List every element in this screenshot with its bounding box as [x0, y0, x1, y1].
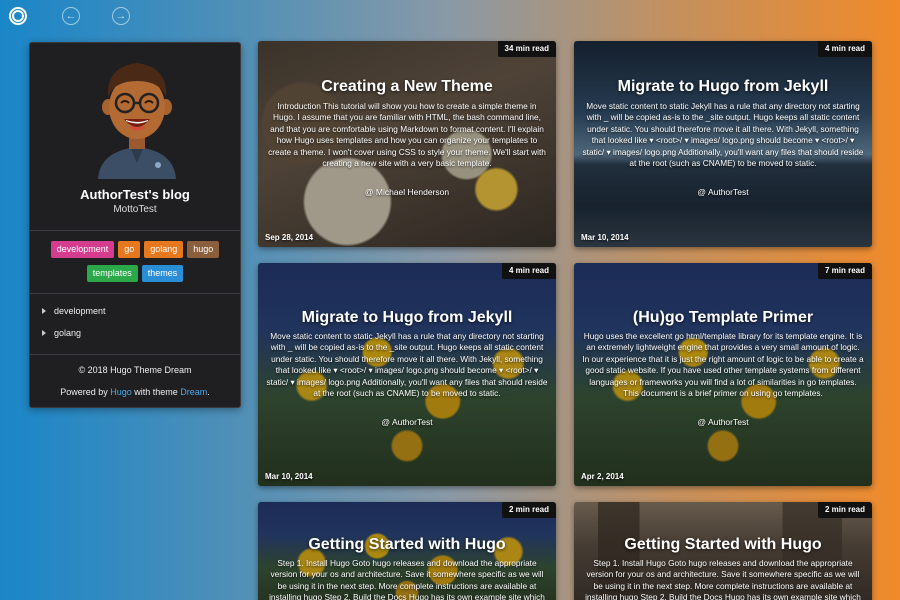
- post-summary: Step 1. Install Hugo Goto hugo releases …: [269, 558, 545, 600]
- post-author: @ AuthorTest: [697, 417, 749, 427]
- post-author: @ AuthorTest: [697, 187, 749, 197]
- post-author: @ Michael Henderson: [364, 187, 450, 197]
- read-time-badge: 4 min read: [501, 263, 556, 279]
- blog-motto: MottoTest: [113, 204, 157, 215]
- category-development[interactable]: development: [42, 305, 106, 317]
- category-list: development golang: [42, 305, 106, 349]
- post-date: Mar 10, 2014: [265, 472, 313, 481]
- powered-prefix: Powered by: [60, 387, 111, 397]
- post-card-creating-new-theme[interactable]: 34 min read Creating a New Theme Introdu…: [258, 41, 556, 247]
- tag-go[interactable]: go: [118, 241, 141, 258]
- post-title[interactable]: Getting Started with Hugo: [582, 536, 864, 554]
- post-summary: Introduction This tutorial will show you…: [268, 101, 546, 169]
- post-card-getting-started[interactable]: 2 min read Getting Started with Hugo Ste…: [258, 502, 556, 600]
- divider: [30, 354, 240, 355]
- copyright: © 2018 Hugo Theme Dream: [78, 365, 192, 375]
- category-label: development: [54, 306, 106, 316]
- hugo-link[interactable]: Hugo: [110, 387, 132, 397]
- caret-right-icon: [42, 330, 46, 336]
- post-summary: Step 1. Install Hugo Goto hugo releases …: [585, 558, 861, 600]
- post-date: Mar 10, 2014: [581, 233, 629, 242]
- post-date: Sep 28, 2014: [265, 233, 314, 242]
- powered-mid: with theme: [131, 387, 181, 397]
- tag-hugo[interactable]: hugo: [187, 241, 220, 258]
- tag-templates[interactable]: templates: [86, 265, 138, 282]
- post-date: Apr 2, 2014: [581, 472, 624, 481]
- avatar: [98, 63, 176, 179]
- powered-by: Powered by Hugo with theme Dream.: [30, 387, 240, 397]
- post-summary: Hugo uses the excellent go html/template…: [582, 331, 864, 399]
- post-card-migrate-jekyll-2[interactable]: 4 min read Migrate to Hugo from Jekyll M…: [258, 263, 556, 486]
- tag-themes[interactable]: themes: [141, 265, 184, 282]
- post-title[interactable]: Creating a New Theme: [266, 78, 548, 96]
- post-title[interactable]: Migrate to Hugo from Jekyll: [266, 309, 548, 327]
- powered-suffix: .: [207, 387, 210, 397]
- post-card-template-primer[interactable]: 7 min read (Hu)go Template Primer Hugo u…: [574, 263, 872, 486]
- read-time-badge: 2 min read: [501, 502, 556, 518]
- post-card-getting-started-2[interactable]: 2 min read Getting Started with Hugo Ste…: [574, 502, 872, 600]
- read-time-badge: 34 min read: [497, 41, 556, 57]
- post-card-migrate-jekyll[interactable]: 4 min read Migrate to Hugo from Jekyll M…: [574, 41, 872, 247]
- post-title[interactable]: (Hu)go Template Primer: [582, 309, 864, 327]
- read-time-badge: 4 min read: [817, 41, 872, 57]
- forward-arrow-icon[interactable]: →: [112, 7, 130, 25]
- post-title[interactable]: Migrate to Hugo from Jekyll: [582, 78, 864, 96]
- arrow-left-glyph: ←: [65, 9, 77, 22]
- read-time-badge: 7 min read: [817, 263, 872, 279]
- dream-link[interactable]: Dream: [180, 387, 207, 397]
- sidebar: AuthorTest's blog MottoTest development …: [29, 42, 241, 408]
- blog-title: AuthorTest's blog: [80, 187, 190, 202]
- category-label: golang: [54, 328, 82, 338]
- divider: [30, 230, 240, 231]
- tag-golang[interactable]: golang: [144, 241, 184, 258]
- arrow-right-glyph: →: [115, 9, 127, 22]
- caret-right-icon: [42, 308, 46, 314]
- post-title[interactable]: Getting Started with Hugo: [266, 536, 548, 554]
- read-time-badge: 2 min read: [817, 502, 872, 518]
- home-icon[interactable]: [9, 7, 27, 25]
- post-author: @ AuthorTest: [381, 417, 433, 427]
- tag-list: development go golang hugo templates the…: [30, 241, 240, 282]
- divider: [30, 293, 240, 294]
- category-golang[interactable]: golang: [42, 327, 106, 339]
- back-arrow-icon[interactable]: ←: [62, 7, 80, 25]
- post-summary: Move static content to static Jekyll has…: [266, 331, 548, 399]
- post-summary: Move static content to static Jekyll has…: [582, 101, 864, 169]
- tag-development[interactable]: development: [50, 241, 115, 258]
